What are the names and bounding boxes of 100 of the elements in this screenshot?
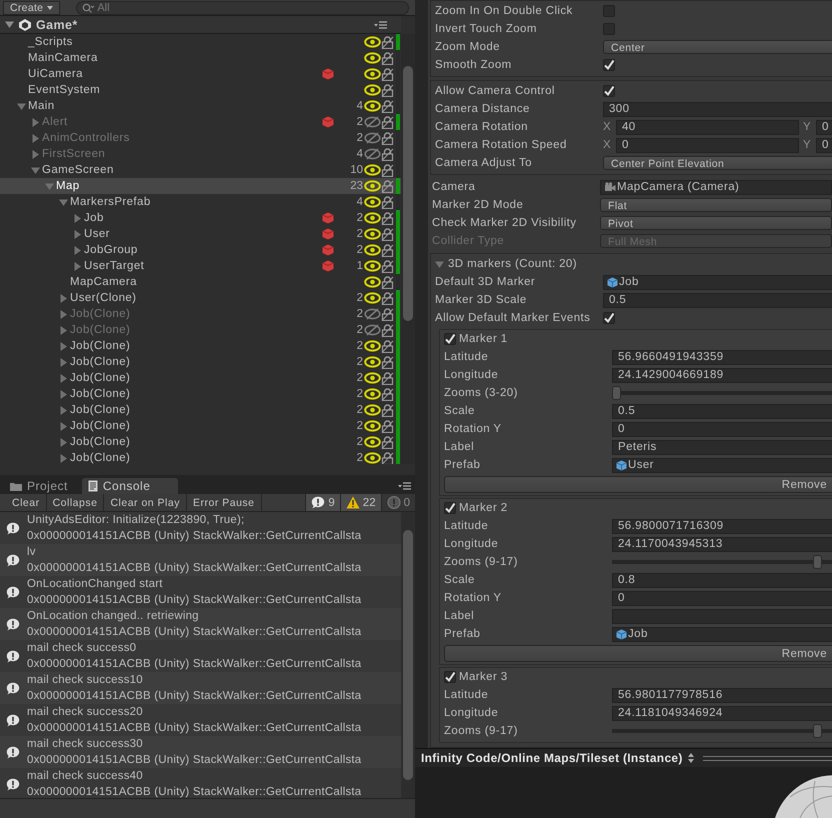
field-label: Latitude xyxy=(444,689,490,701)
dropdown[interactable]: Flat xyxy=(600,198,832,212)
scrollbar[interactable] xyxy=(401,34,415,464)
tree-row[interactable]: Job(Clone) 2 xyxy=(0,370,401,386)
log-trace: 0x000000014151ACBB (Unity) StackWalker::GetCurrentCallsta xyxy=(27,561,362,576)
tree-row[interactable]: User 2 xyxy=(0,226,401,242)
slider[interactable] xyxy=(612,386,832,400)
panel-tab[interactable]: Console xyxy=(82,478,178,494)
toolbar-button[interactable]: Clear on Play xyxy=(104,494,187,511)
tree-row[interactable]: Job(Clone) 2 xyxy=(0,450,401,464)
toolbar-button[interactable]: Error Pause xyxy=(186,494,262,511)
menu-icon xyxy=(398,482,411,490)
log-filter-button[interactable]: 0 xyxy=(380,494,415,511)
number-field[interactable]: 0 xyxy=(816,120,832,134)
text-field[interactable]: 0.5 xyxy=(612,404,832,418)
tree-row[interactable]: Job(Clone) 2 xyxy=(0,338,401,354)
tree-row[interactable]: MainCamera xyxy=(0,50,401,66)
checkbox[interactable] xyxy=(603,312,615,324)
field-label: Rotation Y xyxy=(444,423,502,435)
number-field[interactable]: 0 xyxy=(616,138,799,152)
tree-row[interactable]: Job 2 xyxy=(0,210,401,226)
number-field[interactable]: 0 xyxy=(816,138,832,152)
checkbox[interactable] xyxy=(603,59,615,71)
create-button[interactable]: Create xyxy=(3,0,60,14)
toolbar-button[interactable]: Collapse xyxy=(46,494,104,511)
tree-row[interactable]: MapCamera xyxy=(0,274,401,290)
tree-row[interactable]: EventSystem xyxy=(0,82,401,98)
tree-row[interactable]: Job(Clone) 2 xyxy=(0,322,401,338)
text-field[interactable]: 0.8 xyxy=(612,572,832,588)
field-label: Camera Adjust To xyxy=(435,157,533,169)
panel-tab[interactable]: Project xyxy=(4,478,82,494)
tree-row[interactable]: Job(Clone) 2 xyxy=(0,402,401,418)
checkbox[interactable] xyxy=(444,671,456,683)
message-icon xyxy=(6,554,20,566)
tree-row[interactable]: GameScreen 10 xyxy=(0,162,401,178)
dropdown[interactable]: Pivot xyxy=(600,216,832,230)
tree-row[interactable]: FirstScreen 4 xyxy=(0,146,401,162)
remove-button[interactable]: Remove xyxy=(444,476,832,493)
slider-thumb[interactable] xyxy=(612,386,621,400)
axis-label: Y xyxy=(802,139,812,151)
foldout-title[interactable]: 3D markers (Count: 20) xyxy=(448,258,577,270)
dropdown[interactable]: Center Point Elevation xyxy=(603,156,832,170)
text-field[interactable]: 0 xyxy=(612,590,832,606)
tree-row[interactable]: JobGroup 2 xyxy=(0,242,401,258)
text-field[interactable] xyxy=(612,608,832,624)
tree-row[interactable]: Alert 2 xyxy=(0,114,401,130)
dropdown[interactable]: Center xyxy=(603,40,832,54)
lock-icon xyxy=(381,404,394,416)
object-name: User(Clone) xyxy=(70,292,136,304)
tree-row[interactable]: Job(Clone) 2 xyxy=(0,418,401,434)
tree-row[interactable]: Map 23 xyxy=(0,178,401,194)
text-field[interactable]: Peteris xyxy=(612,440,832,454)
object-name: UiCamera xyxy=(28,68,83,80)
text-field[interactable]: 56.9800071716309 xyxy=(612,518,832,534)
lock-icon xyxy=(381,452,394,464)
tree-row[interactable]: Job(Clone) 2 xyxy=(0,434,401,450)
text-field[interactable]: 0.5 xyxy=(603,292,832,308)
tree-row[interactable]: Job(Clone) 2 xyxy=(0,354,401,370)
number-field[interactable]: 40 xyxy=(616,120,799,134)
log-entry[interactable]: lv 0x000000014151ACBB (Unity) StackWalker::GetCurrentCallsta xyxy=(0,544,401,576)
checkbox[interactable] xyxy=(444,502,456,514)
text-field[interactable]: 0 xyxy=(612,422,832,436)
lock-icon xyxy=(381,68,394,80)
tree-row[interactable]: UiCamera xyxy=(0,66,401,82)
tree-row[interactable]: AnimControllers 2 xyxy=(0,130,401,146)
tree-row[interactable]: Main 4 xyxy=(0,98,401,114)
checkbox[interactable] xyxy=(603,23,615,35)
tree-row[interactable]: User(Clone) 2 xyxy=(0,290,401,306)
text-field[interactable]: 24.1181049346924 xyxy=(612,706,832,720)
object-field[interactable]: MapCamera (Camera) xyxy=(600,180,832,194)
object-field[interactable]: Job xyxy=(612,626,832,642)
checkbox[interactable] xyxy=(603,5,615,17)
scrollbar[interactable] xyxy=(401,512,415,798)
text-field[interactable]: 56.9801177978516 xyxy=(612,688,832,702)
checkbox[interactable] xyxy=(444,333,456,345)
tree-row[interactable]: UserTarget 1 xyxy=(0,258,401,274)
tree-row[interactable]: Job(Clone) 2 xyxy=(0,306,401,322)
log-trace: 0x000000014151ACBB (Unity) StackWalker::GetCurrentCallsta xyxy=(27,625,362,640)
tree-row[interactable]: _Scripts xyxy=(0,34,401,50)
log-message: OnLocationChanged start xyxy=(27,577,164,592)
search-field[interactable]: All xyxy=(76,0,409,14)
log-filter-button[interactable]: 9 xyxy=(305,494,340,511)
checkbox[interactable] xyxy=(603,85,615,97)
remove-button[interactable]: Remove xyxy=(444,645,832,662)
child-count: 23 xyxy=(349,180,364,192)
text-field[interactable]: 24.1429004669189 xyxy=(612,368,832,382)
toolbar-button[interactable]: Clear xyxy=(6,494,47,511)
child-count: 4 xyxy=(356,100,364,112)
tree-row[interactable]: MarkersPrefab 4 xyxy=(0,194,401,210)
log-filter-button[interactable]: 22 xyxy=(340,494,381,511)
object-name: GameScreen xyxy=(42,164,114,176)
slider-thumb[interactable] xyxy=(812,555,822,569)
object-field[interactable]: User xyxy=(612,458,832,472)
tree-row[interactable]: Job(Clone) 2 xyxy=(0,386,401,402)
object-field[interactable]: Job xyxy=(603,274,832,290)
text-field[interactable]: 24.1170043945313 xyxy=(612,536,832,552)
lock-icon xyxy=(381,324,394,336)
text-field[interactable]: 56.9660491943359 xyxy=(612,350,832,364)
text-field[interactable]: 300 xyxy=(603,102,832,116)
slider-thumb[interactable] xyxy=(812,724,822,738)
